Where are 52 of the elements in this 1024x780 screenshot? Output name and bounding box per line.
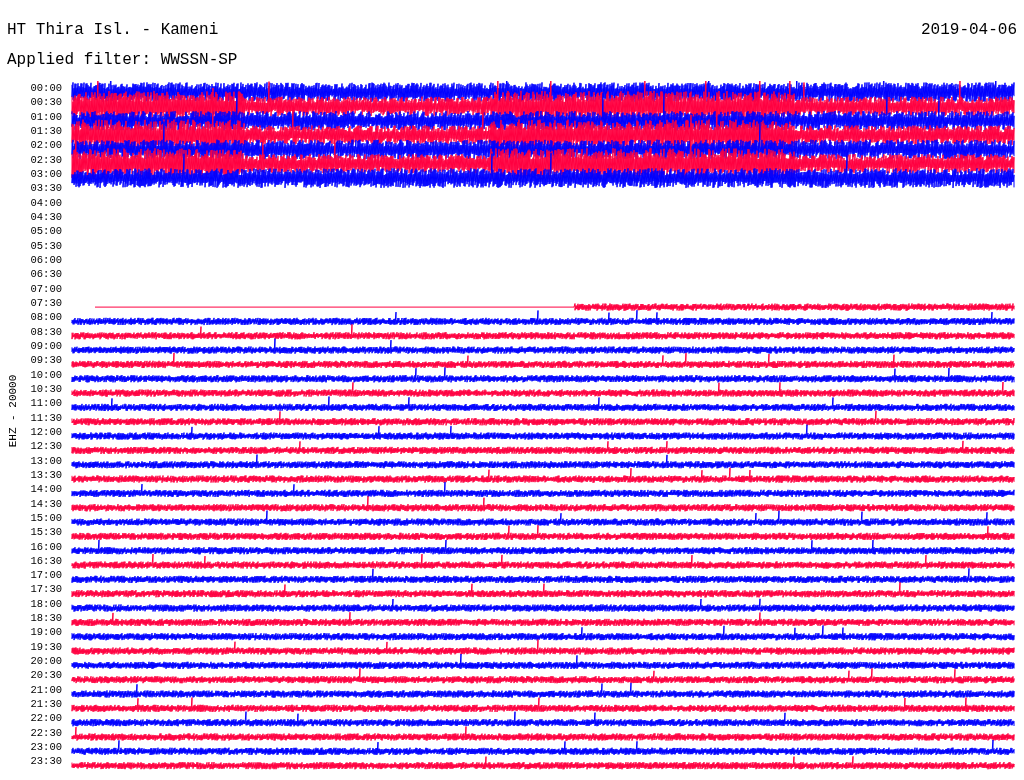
time-label: 09:30 — [29, 353, 62, 368]
time-label: 19:30 — [29, 639, 62, 655]
time-label: 16:00 — [29, 539, 62, 554]
time-label: 01:30 — [29, 124, 62, 139]
time-label: 21:00 — [29, 682, 62, 698]
filter-label: Applied filter: WWSSN-SP — [7, 51, 238, 69]
time-label: 15:00 — [29, 510, 62, 526]
time-label: 20:30 — [29, 668, 62, 683]
time-label: 17:30 — [29, 582, 62, 597]
time-label: 03:30 — [29, 181, 62, 196]
time-label: 11:00 — [29, 396, 62, 411]
time-label: 10:00 — [29, 367, 62, 382]
time-label: 21:30 — [29, 697, 62, 712]
time-label: 03:00 — [29, 166, 62, 182]
time-label: 00:00 — [29, 81, 62, 96]
time-label: 16:30 — [29, 553, 62, 569]
time-label: 14:30 — [29, 496, 62, 511]
time-label: 11:30 — [29, 410, 62, 425]
time-label: 22:00 — [29, 711, 62, 726]
time-label: 19:00 — [29, 625, 62, 640]
time-label: 06:00 — [29, 252, 62, 268]
time-label: 02:00 — [29, 138, 62, 153]
time-label: 13:00 — [29, 453, 62, 468]
time-label: 05:30 — [29, 238, 62, 253]
time-label: 04:30 — [29, 209, 62, 225]
time-label: 23:00 — [29, 740, 62, 755]
time-label: 00:30 — [29, 95, 62, 110]
time-label: 07:30 — [29, 295, 62, 311]
channel-label: EHZ - 20000 — [5, 374, 20, 448]
time-label: 22:30 — [29, 725, 62, 741]
time-label: 08:30 — [29, 324, 62, 339]
time-label: 10:30 — [29, 381, 62, 397]
time-label: 23:30 — [29, 754, 62, 769]
time-label: 14:00 — [29, 482, 62, 497]
time-label: 18:00 — [29, 596, 62, 612]
time-label: 09:00 — [29, 338, 62, 354]
time-label: 04:00 — [29, 195, 62, 210]
time-label: 12:30 — [29, 439, 62, 454]
time-label: 01:00 — [29, 109, 62, 124]
time-label: 12:00 — [29, 424, 62, 440]
time-label: 07:00 — [29, 281, 62, 296]
date-label: 2019-04-06 — [921, 20, 1017, 40]
time-label: 06:30 — [29, 267, 62, 282]
time-label: 18:30 — [29, 611, 62, 626]
time-label: 13:30 — [29, 467, 62, 483]
time-label: 05:00 — [29, 224, 62, 239]
station-title: HT Thira Isl. - Kameni — [7, 20, 219, 40]
time-label: 15:30 — [29, 525, 62, 540]
time-label: 02:30 — [29, 152, 62, 167]
time-label: 20:00 — [29, 654, 62, 669]
time-label: 08:00 — [29, 310, 62, 325]
time-label: 17:00 — [29, 568, 62, 583]
